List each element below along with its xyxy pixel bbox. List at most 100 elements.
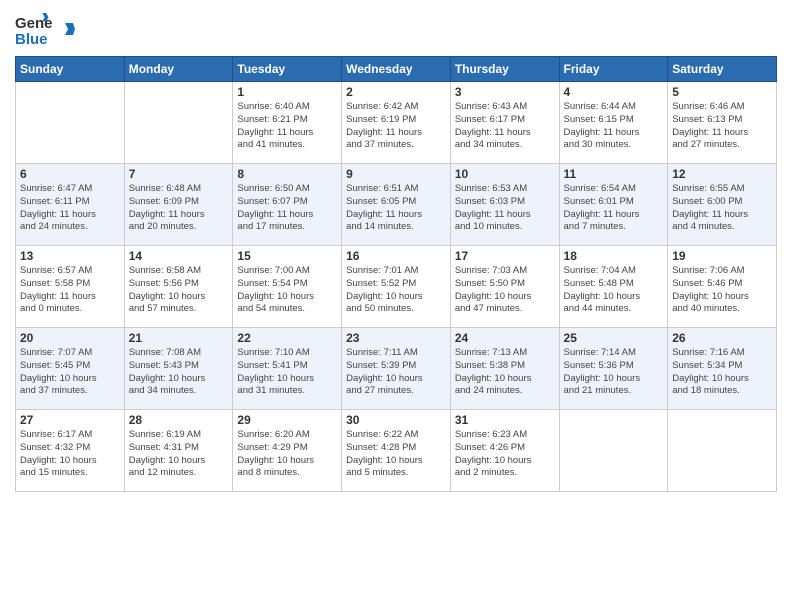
calendar-cell: 27Sunrise: 6:17 AM Sunset: 4:32 PM Dayli… <box>16 410 125 492</box>
day-number: 10 <box>455 167 555 181</box>
day-number: 29 <box>237 413 337 427</box>
day-info: Sunrise: 6:43 AM Sunset: 6:17 PM Dayligh… <box>455 101 555 152</box>
day-number: 9 <box>346 167 446 181</box>
day-info: Sunrise: 6:54 AM Sunset: 6:01 PM Dayligh… <box>564 183 664 234</box>
day-info: Sunrise: 6:46 AM Sunset: 6:13 PM Dayligh… <box>672 101 772 152</box>
svg-text:Blue: Blue <box>15 31 48 48</box>
calendar-header-tuesday: Tuesday <box>233 57 342 82</box>
day-number: 3 <box>455 85 555 99</box>
logo-arrow-icon <box>59 21 75 37</box>
calendar-cell: 10 Sunrise: 6:53 AM Sunset: 6:03 PM Dayli… <box>450 164 559 246</box>
calendar-header-sunday: Sunday <box>16 57 125 82</box>
calendar-week-row: 27Sunrise: 6:17 AM Sunset: 4:32 PM Dayli… <box>16 410 777 492</box>
calendar-cell: 8 Sunrise: 6:50 AM Sunset: 6:07 PM Daylig… <box>233 164 342 246</box>
day-number: 15 <box>237 249 337 263</box>
day-number: 13 <box>20 249 120 263</box>
day-number: 1 <box>237 85 337 99</box>
calendar-cell: 9 Sunrise: 6:51 AM Sunset: 6:05 PM Daylig… <box>342 164 451 246</box>
day-info: Sunrise: 6:40 AM Sunset: 6:21 PM Dayligh… <box>237 101 337 152</box>
calendar-header-thursday: Thursday <box>450 57 559 82</box>
day-number: 23 <box>346 331 446 345</box>
day-number: 20 <box>20 331 120 345</box>
calendar-cell: 28Sunrise: 6:19 AM Sunset: 4:31 PM Dayli… <box>124 410 233 492</box>
calendar-cell: 19Sunrise: 7:06 AM Sunset: 5:46 PM Dayli… <box>668 246 777 328</box>
calendar-cell: 11 Sunrise: 6:54 AM Sunset: 6:01 PM Dayli… <box>559 164 668 246</box>
calendar-cell: 22 Sunrise: 7:10 AM Sunset: 5:41 PM Dayli… <box>233 328 342 410</box>
day-info: Sunrise: 6:47 AM Sunset: 6:11 PM Dayligh… <box>20 183 120 234</box>
day-info: Sunrise: 7:16 AM Sunset: 5:34 PM Dayligh… <box>672 347 772 398</box>
calendar-cell: 6 Sunrise: 6:47 AM Sunset: 6:11 PM Daylig… <box>16 164 125 246</box>
day-info: Sunrise: 7:08 AM Sunset: 5:43 PM Dayligh… <box>129 347 229 398</box>
day-number: 14 <box>129 249 229 263</box>
calendar-cell: 29 Sunrise: 6:20 AM Sunset: 4:29 PM Dayli… <box>233 410 342 492</box>
calendar-header-friday: Friday <box>559 57 668 82</box>
page: General Blue SundayMondayT <box>0 0 792 612</box>
calendar-cell: 20Sunrise: 7:07 AM Sunset: 5:45 PM Dayli… <box>16 328 125 410</box>
calendar-cell: 3 Sunrise: 6:43 AM Sunset: 6:17 PM Daylig… <box>450 82 559 164</box>
day-number: 24 <box>455 331 555 345</box>
day-info: Sunrise: 6:58 AM Sunset: 5:56 PM Dayligh… <box>129 265 229 316</box>
day-info: Sunrise: 6:51 AM Sunset: 6:05 PM Dayligh… <box>346 183 446 234</box>
day-number: 16 <box>346 249 446 263</box>
day-info: Sunrise: 6:55 AM Sunset: 6:00 PM Dayligh… <box>672 183 772 234</box>
day-number: 18 <box>564 249 664 263</box>
day-number: 5 <box>672 85 772 99</box>
day-info: Sunrise: 6:50 AM Sunset: 6:07 PM Dayligh… <box>237 183 337 234</box>
calendar-header-saturday: Saturday <box>668 57 777 82</box>
day-info: Sunrise: 7:01 AM Sunset: 5:52 PM Dayligh… <box>346 265 446 316</box>
day-info: Sunrise: 6:23 AM Sunset: 4:26 PM Dayligh… <box>455 429 555 480</box>
day-number: 19 <box>672 249 772 263</box>
day-info: Sunrise: 7:14 AM Sunset: 5:36 PM Dayligh… <box>564 347 664 398</box>
day-number: 30 <box>346 413 446 427</box>
day-number: 27 <box>20 413 120 427</box>
calendar-cell: 30 Sunrise: 6:22 AM Sunset: 4:28 PM Dayli… <box>342 410 451 492</box>
calendar-cell: 7 Sunrise: 6:48 AM Sunset: 6:09 PM Daylig… <box>124 164 233 246</box>
day-number: 26 <box>672 331 772 345</box>
day-number: 28 <box>129 413 229 427</box>
calendar-cell <box>124 82 233 164</box>
day-number: 4 <box>564 85 664 99</box>
calendar-cell: 26 Sunrise: 7:16 AM Sunset: 5:34 PM Dayli… <box>668 328 777 410</box>
calendar-cell: 24 Sunrise: 7:13 AM Sunset: 5:38 PM Dayli… <box>450 328 559 410</box>
calendar-week-row: 13Sunrise: 6:57 AM Sunset: 5:58 PM Dayli… <box>16 246 777 328</box>
calendar-cell: 25 Sunrise: 7:14 AM Sunset: 5:36 PM Dayli… <box>559 328 668 410</box>
calendar-cell: 18Sunrise: 7:04 AM Sunset: 5:48 PM Dayli… <box>559 246 668 328</box>
calendar-cell: 31 Sunrise: 6:23 AM Sunset: 4:26 PM Dayli… <box>450 410 559 492</box>
day-info: Sunrise: 6:48 AM Sunset: 6:09 PM Dayligh… <box>129 183 229 234</box>
day-number: 11 <box>564 167 664 181</box>
calendar-header-wednesday: Wednesday <box>342 57 451 82</box>
day-number: 7 <box>129 167 229 181</box>
calendar-week-row: 6 Sunrise: 6:47 AM Sunset: 6:11 PM Daylig… <box>16 164 777 246</box>
day-info: Sunrise: 6:20 AM Sunset: 4:29 PM Dayligh… <box>237 429 337 480</box>
day-number: 12 <box>672 167 772 181</box>
calendar-cell: 15Sunrise: 7:00 AM Sunset: 5:54 PM Dayli… <box>233 246 342 328</box>
calendar-cell <box>668 410 777 492</box>
day-info: Sunrise: 6:53 AM Sunset: 6:03 PM Dayligh… <box>455 183 555 234</box>
calendar-cell: 13Sunrise: 6:57 AM Sunset: 5:58 PM Dayli… <box>16 246 125 328</box>
calendar-header-monday: Monday <box>124 57 233 82</box>
day-info: Sunrise: 7:10 AM Sunset: 5:41 PM Dayligh… <box>237 347 337 398</box>
day-number: 25 <box>564 331 664 345</box>
logo: General Blue <box>15 10 75 48</box>
day-info: Sunrise: 7:13 AM Sunset: 5:38 PM Dayligh… <box>455 347 555 398</box>
header: General Blue <box>15 10 777 48</box>
calendar-table: SundayMondayTuesdayWednesdayThursdayFrid… <box>15 56 777 492</box>
day-number: 17 <box>455 249 555 263</box>
day-info: Sunrise: 6:22 AM Sunset: 4:28 PM Dayligh… <box>346 429 446 480</box>
day-info: Sunrise: 6:42 AM Sunset: 6:19 PM Dayligh… <box>346 101 446 152</box>
day-number: 21 <box>129 331 229 345</box>
calendar-cell: 1 Sunrise: 6:40 AM Sunset: 6:21 PM Daylig… <box>233 82 342 164</box>
day-number: 22 <box>237 331 337 345</box>
day-number: 6 <box>20 167 120 181</box>
day-info: Sunrise: 7:03 AM Sunset: 5:50 PM Dayligh… <box>455 265 555 316</box>
calendar-cell: 5 Sunrise: 6:46 AM Sunset: 6:13 PM Daylig… <box>668 82 777 164</box>
day-number: 31 <box>455 413 555 427</box>
calendar-cell: 2Sunrise: 6:42 AM Sunset: 6:19 PM Daylig… <box>342 82 451 164</box>
calendar-header-row: SundayMondayTuesdayWednesdayThursdayFrid… <box>16 57 777 82</box>
day-number: 8 <box>237 167 337 181</box>
calendar-cell: 4Sunrise: 6:44 AM Sunset: 6:15 PM Daylig… <box>559 82 668 164</box>
calendar-cell <box>559 410 668 492</box>
day-info: Sunrise: 7:11 AM Sunset: 5:39 PM Dayligh… <box>346 347 446 398</box>
calendar-cell: 23 Sunrise: 7:11 AM Sunset: 5:39 PM Dayli… <box>342 328 451 410</box>
calendar-cell: 12 Sunrise: 6:55 AM Sunset: 6:00 PM Dayli… <box>668 164 777 246</box>
